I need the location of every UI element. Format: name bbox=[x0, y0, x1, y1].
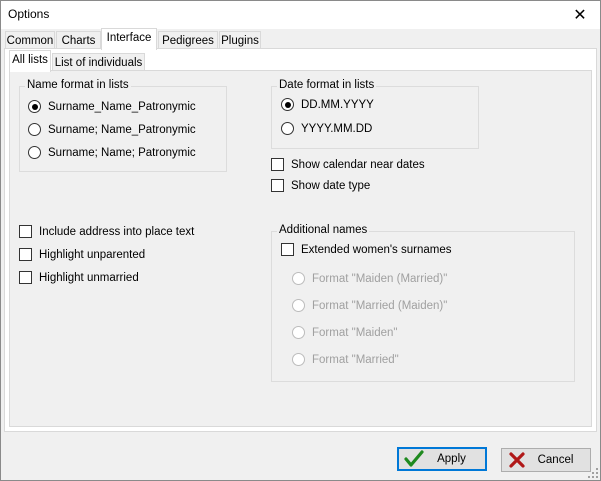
name-format-option[interactable]: Surname; Name; Patronymic bbox=[28, 146, 196, 159]
radio-button[interactable] bbox=[281, 122, 294, 135]
format-option[interactable]: Format "Maiden (Married)" bbox=[292, 272, 447, 285]
option-label: Surname_Name_Patronymic bbox=[48, 100, 196, 113]
option-label: Format "Maiden" bbox=[312, 326, 398, 339]
apply-button[interactable]: Apply bbox=[397, 447, 487, 471]
apply-label: Apply bbox=[437, 453, 466, 465]
checkbox[interactable] bbox=[19, 225, 32, 238]
radio-button[interactable] bbox=[292, 353, 305, 366]
radio-button[interactable] bbox=[28, 146, 41, 159]
checkbox-label: Show date type bbox=[291, 179, 371, 192]
checkbox[interactable] bbox=[281, 243, 294, 256]
option-label: Format "Maiden (Married)" bbox=[312, 272, 448, 285]
date-format-option[interactable]: DD.MM.YYYY bbox=[281, 98, 374, 111]
tab-all-lists[interactable]: All lists bbox=[9, 50, 51, 72]
format-option[interactable]: Format "Married" bbox=[292, 353, 399, 366]
show-date-type-checkbox[interactable]: Show date type bbox=[271, 179, 370, 192]
checkbox[interactable] bbox=[19, 271, 32, 284]
radio-button[interactable] bbox=[292, 272, 305, 285]
tab-label: Plugins bbox=[221, 35, 259, 47]
radio-button[interactable] bbox=[292, 299, 305, 312]
tab-label: Charts bbox=[61, 35, 96, 47]
option-label: Format "Married (Maiden)" bbox=[312, 299, 448, 312]
checkbox-label: Highlight unmarried bbox=[39, 271, 139, 284]
radio-button[interactable] bbox=[292, 326, 305, 339]
close-button[interactable]: ✕ bbox=[560, 1, 600, 29]
checkbox-label: Highlight unparented bbox=[39, 248, 146, 261]
radio-button[interactable] bbox=[28, 100, 41, 113]
checkbox[interactable] bbox=[271, 158, 284, 171]
tab-label: Pedigrees bbox=[162, 35, 214, 47]
checkbox-label: Extended women's surnames bbox=[301, 243, 452, 256]
tab-label: List of individuals bbox=[54, 57, 143, 69]
extended-surnames-checkbox[interactable]: Extended women's surnames bbox=[281, 243, 452, 256]
tab-label: All lists bbox=[12, 54, 48, 66]
window-title: Options bbox=[8, 7, 50, 21]
date-format-option[interactable]: YYYY.MM.DD bbox=[281, 122, 372, 135]
option-label: DD.MM.YYYY bbox=[301, 98, 374, 111]
title-bar: Options ✕ bbox=[1, 1, 600, 29]
option-label: Format "Married" bbox=[312, 353, 399, 366]
tab-interface[interactable]: Interface bbox=[101, 28, 157, 50]
checkbox[interactable] bbox=[19, 248, 32, 261]
tab-label: Interface bbox=[106, 32, 152, 44]
additional-names-legend: Additional names bbox=[277, 224, 370, 236]
highlight-unmarried-checkbox[interactable]: Highlight unmarried bbox=[19, 271, 139, 284]
date-format-group bbox=[271, 86, 479, 149]
name-format-option[interactable]: Surname; Name_Patronymic bbox=[28, 123, 196, 136]
resize-grip-icon[interactable] bbox=[588, 468, 598, 478]
checkbox[interactable] bbox=[271, 179, 284, 192]
name-format-legend: Name format in lists bbox=[25, 79, 131, 91]
radio-button[interactable] bbox=[281, 98, 294, 111]
date-format-legend: Date format in lists bbox=[277, 79, 377, 91]
cancel-button[interactable]: Cancel bbox=[501, 448, 591, 472]
checkmark-icon bbox=[404, 450, 424, 467]
option-label: YYYY.MM.DD bbox=[301, 122, 373, 135]
checkbox-label: Include address into place text bbox=[39, 225, 195, 238]
format-option[interactable]: Format "Married (Maiden)" bbox=[292, 299, 447, 312]
options-dialog: Options ✕ Common Charts Interface Pedigr… bbox=[0, 0, 601, 481]
name-format-option[interactable]: Surname_Name_Patronymic bbox=[28, 100, 196, 113]
cross-icon bbox=[509, 452, 525, 468]
close-icon: ✕ bbox=[573, 7, 587, 24]
show-calendar-checkbox[interactable]: Show calendar near dates bbox=[271, 158, 425, 171]
option-label: Surname; Name_Patronymic bbox=[48, 123, 196, 136]
include-address-checkbox[interactable]: Include address into place text bbox=[19, 225, 194, 238]
highlight-unparented-checkbox[interactable]: Highlight unparented bbox=[19, 248, 145, 261]
checkbox-label: Show calendar near dates bbox=[291, 158, 425, 171]
format-option[interactable]: Format "Maiden" bbox=[292, 326, 398, 339]
option-label: Surname; Name; Patronymic bbox=[48, 146, 196, 159]
radio-button[interactable] bbox=[28, 123, 41, 136]
cancel-label: Cancel bbox=[537, 454, 574, 466]
tab-label: Common bbox=[6, 35, 54, 47]
